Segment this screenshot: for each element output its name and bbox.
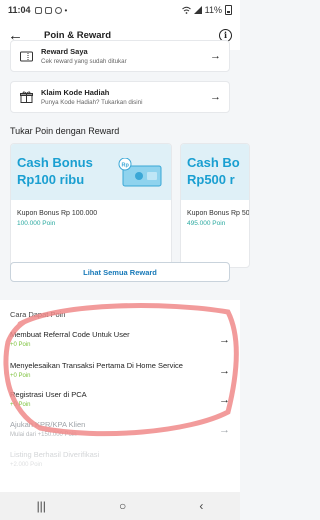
reward-points: 495.000 Poin bbox=[187, 220, 226, 227]
notification-icon bbox=[54, 6, 62, 14]
reward-banner-line1: Cash Bo bbox=[187, 155, 240, 170]
earn-item-title: Menyelesaikan Transaksi Pertama Di Home … bbox=[10, 361, 183, 370]
status-right: 11% bbox=[181, 5, 232, 15]
earn-item-title: Listing Berhasil Diverifikasi bbox=[10, 450, 100, 459]
earn-item-points: +0 Poin bbox=[10, 373, 31, 379]
reward-card[interactable]: Cash Bo Rp500 r Kupon Bonus Rp 500.0 495… bbox=[180, 143, 250, 268]
signal-icon bbox=[193, 6, 202, 14]
status-bar: 11:04 • 11% bbox=[0, 0, 240, 20]
reward-banner: Cash Bo Rp500 r bbox=[181, 144, 249, 200]
battery-percent: 11% bbox=[204, 5, 222, 15]
earn-item[interactable]: Ajukan KPR/KPA Klien Mulai dari +150.000… bbox=[10, 420, 230, 446]
reward-name: Kupon Bonus Rp 100.000 bbox=[17, 210, 98, 217]
arrow-right-icon: → bbox=[219, 424, 230, 436]
notification-icons: • bbox=[34, 5, 68, 15]
status-time: 11:04 bbox=[8, 5, 31, 15]
see-all-rewards-button[interactable]: Lihat Semua Reward bbox=[10, 262, 230, 282]
arrow-right-icon: → bbox=[219, 334, 230, 346]
reward-points: 100.000 Poin bbox=[17, 220, 56, 227]
more-icon: • bbox=[64, 5, 68, 15]
home-icon[interactable]: ○ bbox=[119, 499, 126, 513]
arrow-right-icon: → bbox=[210, 91, 221, 103]
earn-item[interactable]: Membuat Referral Code Untuk User +0 Poin… bbox=[10, 330, 230, 356]
earn-item-points: +0 Poin bbox=[10, 402, 31, 408]
my-reward-title: Reward Saya bbox=[41, 47, 88, 56]
earn-item[interactable]: Menyelesaikan Transaksi Pertama Di Home … bbox=[10, 361, 230, 387]
claim-gift-code-card[interactable]: Klaim Kode Hadiah Punya Kode Hadiah? Tuk… bbox=[10, 81, 230, 113]
earn-item-title: Ajukan KPR/KPA Klien bbox=[10, 420, 86, 429]
notification-icon bbox=[44, 6, 52, 14]
earn-section-title: Cara Dapat Poin bbox=[10, 310, 66, 319]
reward-banner-line2: Rp500 r bbox=[187, 172, 235, 187]
reward-banner: Cash Bonus Rp100 ribu Rp bbox=[11, 144, 171, 200]
back-icon[interactable]: ‹ bbox=[199, 499, 203, 513]
reward-card[interactable]: Cash Bonus Rp100 ribu Rp Kupon Bonus Rp … bbox=[10, 143, 172, 268]
earn-item-title: Registrasi User di PCA bbox=[10, 390, 87, 399]
system-navigation-bar: ||| ○ ‹ bbox=[0, 492, 240, 520]
earn-item-points: Mulai dari +150.000 Poin bbox=[10, 432, 77, 438]
arrow-right-icon: → bbox=[219, 365, 230, 377]
my-reward-card[interactable]: Reward Saya Cek reward yang sudah dituka… bbox=[10, 40, 230, 72]
battery-icon bbox=[225, 5, 232, 15]
ticket-icon bbox=[19, 49, 33, 63]
arrow-right-icon: → bbox=[219, 394, 230, 406]
wifi-icon bbox=[181, 6, 191, 14]
reward-name: Kupon Bonus Rp 500.0 bbox=[187, 210, 250, 217]
my-reward-subtitle: Cek reward yang sudah ditukar bbox=[41, 58, 127, 65]
exchange-section-title: Tukar Poin dengan Reward bbox=[10, 126, 120, 136]
gift-icon bbox=[19, 90, 33, 104]
page-title: Poin & Reward bbox=[44, 29, 112, 41]
cash-voucher-icon: Rp bbox=[118, 158, 162, 187]
earn-points-section: Cara Dapat Poin Membuat Referral Code Un… bbox=[0, 300, 240, 500]
earn-item-title: Membuat Referral Code Untuk User bbox=[10, 330, 130, 339]
earn-item-points: +0 Poin bbox=[10, 342, 31, 348]
claim-gift-subtitle: Punya Kode Hadiah? Tukarkan disini bbox=[41, 99, 143, 106]
earn-item[interactable]: Listing Berhasil Diverifikasi +2.000 Poi… bbox=[10, 450, 230, 476]
arrow-right-icon: → bbox=[210, 50, 221, 62]
earn-item[interactable]: Registrasi User di PCA +0 Poin → bbox=[10, 390, 230, 416]
earn-item-points: +2.000 Poin bbox=[10, 462, 43, 468]
recent-apps-icon[interactable]: ||| bbox=[37, 499, 46, 513]
svg-text:Rp: Rp bbox=[122, 163, 130, 169]
claim-gift-title: Klaim Kode Hadiah bbox=[41, 88, 110, 97]
notification-icon bbox=[34, 6, 42, 14]
